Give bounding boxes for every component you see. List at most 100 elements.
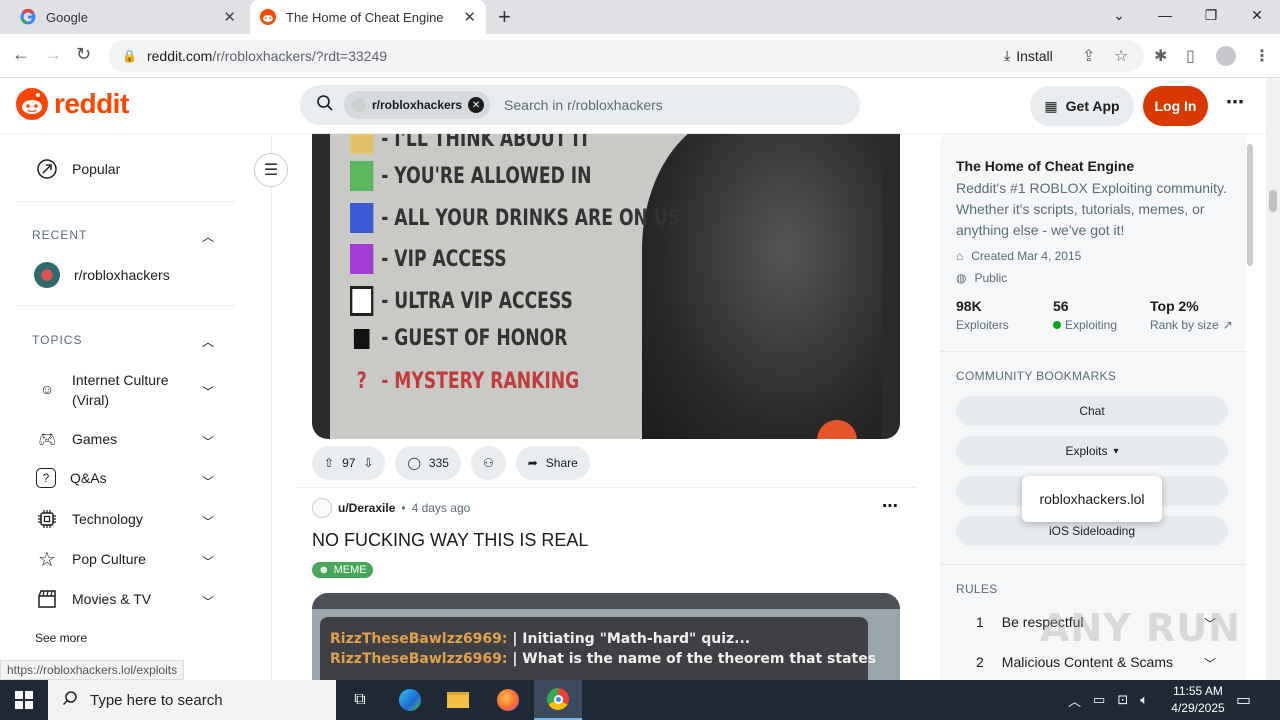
more-options-icon[interactable]: ⋯ <box>1226 92 1244 113</box>
chevron-down-icon[interactable]: ﹀ <box>202 553 214 570</box>
address-bar[interactable]: 🔒 reddit.com/r/robloxhackers/?rdt=33249 <box>108 40 1144 72</box>
side-panel-icon[interactable]: ▯ <box>1186 46 1195 66</box>
reddit-wordmark: reddit <box>54 88 129 119</box>
sidebar-item-technology[interactable]: Technology <box>36 508 143 530</box>
get-app-label: Get App <box>1065 98 1120 114</box>
login-button[interactable]: Log In <box>1143 86 1208 126</box>
bookmark-star-icon[interactable]: ☆ <box>1114 46 1128 66</box>
chrome-menu-icon[interactable]: ⋮ <box>1254 46 1270 66</box>
tab-google[interactable]: Google ✕ <box>8 0 246 34</box>
get-app-button[interactable]: ▦ Get App <box>1030 86 1134 126</box>
chat-line: RizzTheseBawlzz6969: | What is the name … <box>330 651 876 667</box>
close-tab-icon[interactable]: ✕ <box>463 8 476 26</box>
sidebar-scrollbar[interactable] <box>1247 144 1253 266</box>
post-author[interactable]: u/Deraxile <box>338 501 395 515</box>
see-more-link[interactable]: See more <box>35 631 87 645</box>
sidebar-item-popular[interactable]: Popular <box>36 158 120 180</box>
scroll-thumb[interactable] <box>1269 190 1277 212</box>
subreddit-search-chip[interactable]: r/robloxhackers ✕ <box>344 91 491 119</box>
flair-emoji-icon: ☻ <box>318 564 330 576</box>
sidebar-item-pop-culture[interactable]: ☆ Pop Culture <box>36 548 146 571</box>
search-bar[interactable]: r/robloxhackers ✕ Search in r/robloxhack… <box>300 85 860 125</box>
extensions-icon[interactable]: ✱ <box>1154 46 1167 66</box>
profile-avatar-icon[interactable] <box>1216 46 1236 66</box>
award-icon: ⚇ <box>482 456 494 470</box>
battery-icon[interactable]: ▭ <box>1093 692 1105 708</box>
comments-button[interactable]: ◯ 335 <box>395 446 461 480</box>
color-swatch <box>350 203 374 233</box>
clear-chip-icon[interactable]: ✕ <box>468 97 485 113</box>
restore-button[interactable]: ❐ <box>1188 0 1234 30</box>
chevron-up-icon[interactable]: ︿ <box>202 228 214 245</box>
gamepad-icon: 🎮︎ <box>38 430 56 447</box>
chevron-down-icon[interactable]: ﹀ <box>202 473 214 490</box>
vote-count: 97 <box>342 456 356 470</box>
share-icon[interactable]: ⇪ <box>1082 46 1095 66</box>
anyrun-watermark: ANY RUN <box>1040 606 1241 650</box>
divider <box>16 305 236 306</box>
rule-item[interactable]: 2 Malicious Content & Scams <box>976 654 1173 670</box>
url-path: /r/robloxhackers/?rdt=33249 <box>212 48 388 64</box>
start-button[interactable] <box>0 680 48 720</box>
tray-chevron-up-icon[interactable]: ︿ <box>1068 691 1081 710</box>
chevron-down-icon[interactable]: ﹀ <box>202 593 214 610</box>
search-input[interactable]: Search in r/robloxhackers <box>504 97 663 113</box>
bookmark-exploits[interactable]: Exploits ▾ <box>956 436 1228 466</box>
bookmark-chat[interactable]: Chat <box>956 396 1228 426</box>
new-tab-button[interactable]: + <box>498 4 511 30</box>
share-button[interactable]: ➦ Share <box>515 446 590 480</box>
volume-icon[interactable]: 🔈︎ <box>1140 692 1148 708</box>
downvote-icon[interactable]: ⇩ <box>363 456 373 470</box>
external-link-icon[interactable]: ↗ <box>1223 318 1233 332</box>
sidebar-item-games[interactable]: 🎮︎ Games <box>36 428 117 450</box>
firefox-icon[interactable] <box>484 680 532 720</box>
taskbar-clock[interactable]: 11:55 AM 4/29/2025 <box>1162 683 1234 717</box>
notification-icon[interactable]: ▭ <box>1236 690 1251 710</box>
award-button[interactable]: ⚇ <box>470 446 506 480</box>
back-icon[interactable]: ← <box>12 44 30 65</box>
chrome-icon[interactable] <box>534 680 582 720</box>
main-feed: - I'LL THINK ABOUT IT - YOU'RE ALLOWED I… <box>272 134 940 680</box>
reddit-logo[interactable]: reddit <box>16 88 129 120</box>
reload-icon[interactable]: ↻ <box>76 44 91 65</box>
minimize-button[interactable]: — <box>1142 0 1188 30</box>
chevron-down-icon[interactable]: ﹀ <box>202 513 214 530</box>
task-view-icon[interactable]: ⧉ <box>336 680 384 720</box>
popular-arrow-icon <box>36 158 58 180</box>
tab-search-chevron-icon[interactable]: ⌄ <box>1096 0 1142 30</box>
sidebar-item-qas[interactable]: ? Q&As <box>36 468 107 488</box>
close-window-button[interactable]: ✕ <box>1234 0 1280 30</box>
user-avatar-icon[interactable] <box>312 498 332 518</box>
post-image[interactable]: RizzTheseBawlzz6969: | Initiating "Math-… <box>312 593 900 680</box>
chat-message: | What is the name of the theorem that s… <box>512 651 877 667</box>
clapper-icon <box>36 588 58 610</box>
sidebar-item-robloxhackers[interactable]: r/robloxhackers <box>34 262 170 288</box>
chevron-down-icon[interactable]: ﹀ <box>202 383 214 400</box>
close-tab-icon[interactable]: ✕ <box>223 8 236 26</box>
install-app-button[interactable]: ⤓ Install <box>1004 47 1053 64</box>
rank-row: ? - MYSTERY RANKING <box>350 369 580 394</box>
exploits-dropdown-item[interactable]: robloxhackers.lol <box>1022 476 1162 522</box>
rank-text: - YOU'RE ALLOWED IN <box>381 163 592 189</box>
flair-badge[interactable]: ☻ MEME <box>312 562 373 578</box>
file-explorer-icon[interactable] <box>434 680 482 720</box>
edge-icon[interactable] <box>386 680 434 720</box>
sidebar-item-internet-culture[interactable]: ☺ Internet Culture (Viral) <box>36 370 169 410</box>
taskbar-search[interactable]: Type here to search <box>48 680 336 720</box>
network-icon[interactable]: ⊡ <box>1117 692 1128 708</box>
page-scrollbar[interactable] <box>1266 78 1280 680</box>
chevron-up-icon[interactable]: ︿ <box>202 333 214 350</box>
rank-text: - ALL YOUR DRINKS ARE ON US <box>381 205 681 231</box>
post-title[interactable]: NO FUCKING WAY THIS IS REAL <box>312 530 588 551</box>
color-swatch <box>353 328 370 349</box>
tab-reddit[interactable]: The Home of Cheat Engine ✕ <box>250 0 486 34</box>
upvote-icon[interactable]: ⇧ <box>324 456 334 470</box>
chevron-down-icon[interactable]: ﹀ <box>202 433 214 450</box>
post-image[interactable]: - I'LL THINK ABOUT IT - YOU'RE ALLOWED I… <box>312 134 900 439</box>
windows-logo-icon <box>15 691 33 709</box>
post-more-icon[interactable]: ⋯ <box>882 496 898 516</box>
sidebar-item-movies-tv[interactable]: Movies & TV <box>36 588 151 610</box>
forward-icon[interactable]: → <box>44 44 62 65</box>
chevron-down-icon[interactable]: ﹀ <box>1204 655 1216 672</box>
stat-label[interactable]: Rank by size <box>1150 318 1219 332</box>
